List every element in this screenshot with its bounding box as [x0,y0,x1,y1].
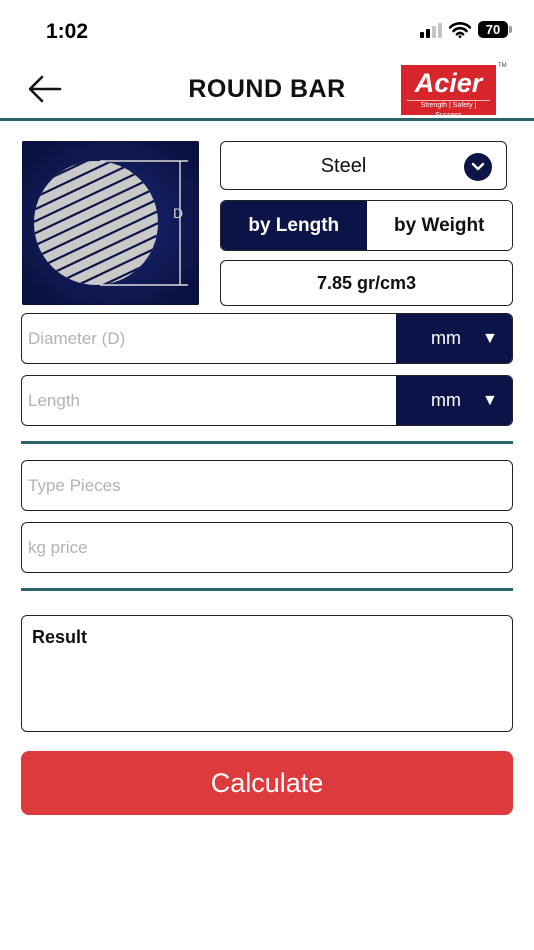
length-unit: mm [431,390,461,410]
diameter-label: D [173,205,184,221]
status-time: 1:02 [46,20,89,43]
section-divider [21,588,513,591]
chevron-down-icon[interactable] [464,153,492,181]
by-weight-button[interactable]: by Weight [366,201,512,250]
density-value: 7.85 gr/cm3 [220,260,513,306]
result-label: Result [32,627,88,647]
header-divider [0,118,534,121]
length-input[interactable] [22,376,396,425]
dropdown-arrow-icon: ▼ [482,329,498,347]
round-bar-diagram: D [22,141,199,305]
round-bar-cross-section-icon [22,141,199,305]
acier-logo: Acier Strength | Safety | Success [401,65,496,119]
by-length-button[interactable]: by Length [221,201,367,250]
wifi-icon [449,21,471,38]
kg-price-input[interactable] [22,523,512,572]
pieces-input[interactable] [22,461,512,510]
battery-icon: 70 [478,21,512,38]
calculation-mode-toggle: by Length by Weight [220,200,513,251]
dropdown-arrow-icon: ▼ [482,391,498,409]
material-select[interactable]: Steel [220,141,507,190]
battery-level: 70 [478,21,508,38]
status-bar: 1:02 70 [0,0,534,60]
logo-name: Acier [414,68,483,98]
diameter-field: mm ▼ [21,313,513,364]
length-unit-select[interactable]: mm ▼ [396,376,512,425]
signal-icon [420,22,442,38]
diameter-unit: mm [431,328,461,348]
status-icons: 70 [420,21,512,38]
pieces-field [21,460,513,511]
length-field: mm ▼ [21,375,513,426]
result-box: Result [21,615,513,732]
section-divider [21,441,513,444]
diameter-unit-select[interactable]: mm ▼ [396,314,512,363]
calculate-button[interactable]: Calculate [21,751,513,815]
logo-trademark: TM [498,63,507,69]
material-value: Steel [320,155,367,177]
kg-price-field [21,522,513,573]
header: ROUND BAR Acier Strength | Safety | Succ… [0,60,534,119]
diameter-input[interactable] [22,314,396,363]
